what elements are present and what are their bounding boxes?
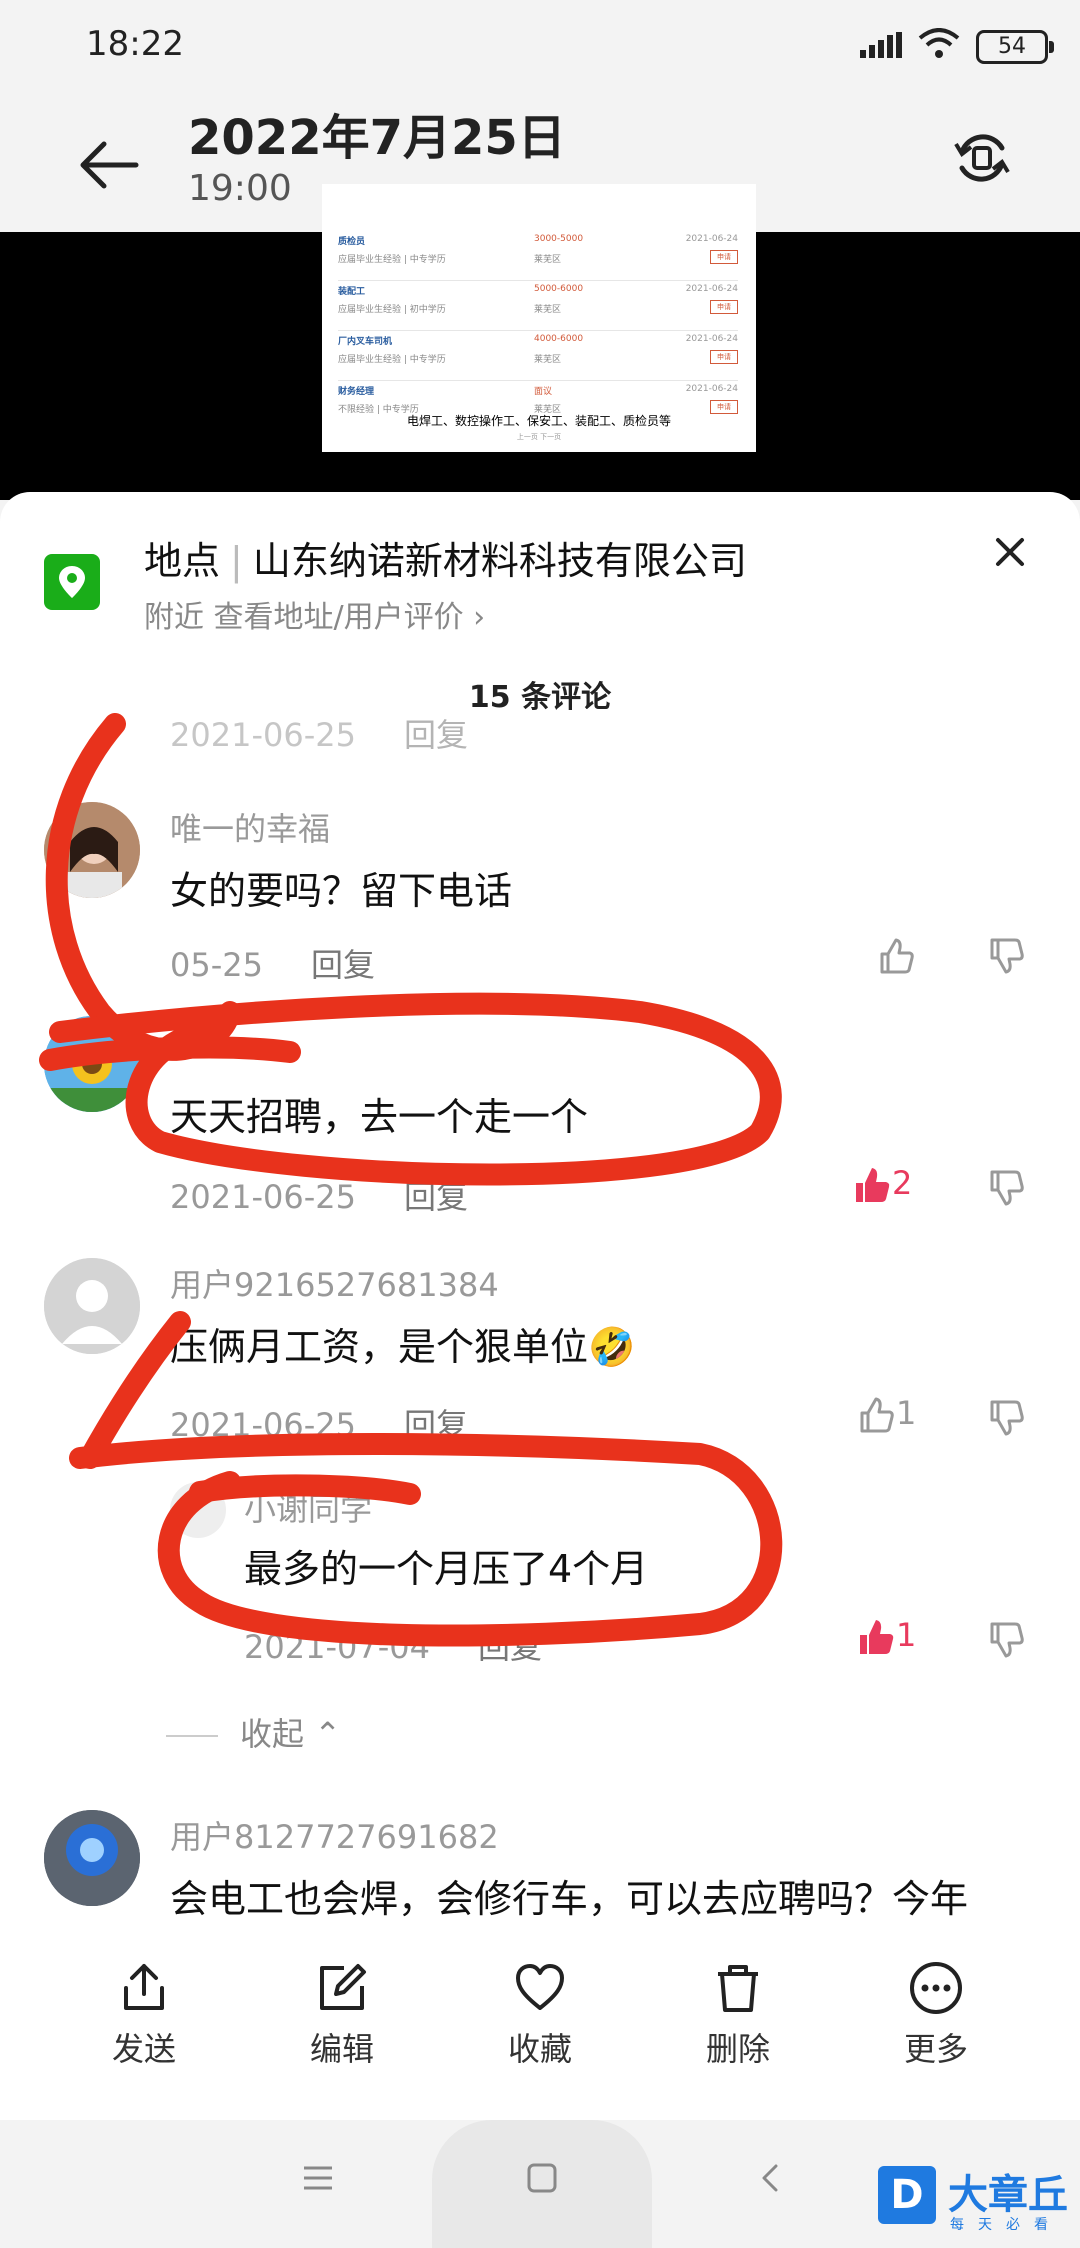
watermark-badge: D <box>878 2166 936 2224</box>
heart-icon <box>516 1964 564 2010</box>
job-pay: 3000-5000 <box>534 234 584 244</box>
job-date: 2021-06-24 <box>685 234 738 244</box>
more-button[interactable]: 更多 <box>866 1960 1006 2070</box>
job-date: 2021-06-24 <box>685 334 738 344</box>
job-sub: 应届毕业生经验 | 初中学历 <box>338 305 446 315</box>
video-caption: 电焊工、数控操作工、保安工、装配工、质检员等 <box>406 414 671 428</box>
job-title: 财务经理 <box>338 387 375 397</box>
page-title: 2022年7月25日 <box>188 110 566 166</box>
more-label: 更多 <box>903 2030 968 2068</box>
job-title: 装配工 <box>338 287 366 297</box>
send-button[interactable]: 发送 <box>74 1960 214 2070</box>
battery-icon: 54 <box>976 30 1054 64</box>
more-icon <box>910 1962 962 2014</box>
signal-icon <box>860 32 902 58</box>
rotate-icon[interactable] <box>950 126 1014 190</box>
favorite-button[interactable]: 收藏 <box>470 1960 610 2070</box>
job-sub: 应届毕业生经验 | 中专学历 <box>338 355 446 365</box>
job-row: 厂内叉车司机 应届毕业生经验 | 中专学历 4000-6000 莱芜区 2021… <box>338 330 738 381</box>
page-subtitle: 19:00 <box>188 168 292 209</box>
share-icon <box>124 1964 164 2010</box>
job-apply-button: 申请 <box>710 300 738 314</box>
job-pay: 4000-6000 <box>534 334 584 344</box>
job-apply-button: 申请 <box>710 350 738 364</box>
status-bar: 18:22 54 <box>0 0 1080 90</box>
status-time: 18:22 <box>86 24 184 64</box>
wifi-icon <box>918 28 960 58</box>
job-row: 装配工 应届毕业生经验 | 初中学历 5000-6000 莱芜区 2021-06… <box>338 280 738 331</box>
job-area: 莱芜区 <box>534 255 562 265</box>
job-date: 2021-06-24 <box>685 284 738 294</box>
edit-label: 编辑 <box>309 2030 374 2068</box>
back-arrow-icon[interactable] <box>74 130 144 200</box>
send-label: 发送 <box>111 2030 176 2068</box>
delete-label: 删除 <box>705 2030 770 2068</box>
job-pay: 面议 <box>534 387 553 397</box>
home-icon[interactable] <box>524 2160 560 2196</box>
job-row: 质检员 应届毕业生经验 | 中专学历 3000-5000 莱芜区 2021-06… <box>338 230 738 281</box>
favorite-label: 收藏 <box>507 2030 572 2068</box>
job-sub: 应届毕业生经验 | 中专学历 <box>338 255 446 265</box>
watermark-subtext: 每天必看 <box>950 2217 1062 2233</box>
bottom-toolbar: 发送 编辑 收藏 删除 更多 <box>0 1940 1080 2120</box>
edit-icon <box>320 1964 366 2010</box>
red-scribble-annotation <box>39 713 783 1647</box>
menu-icon[interactable] <box>300 2160 336 2196</box>
trash-icon <box>718 1965 758 2012</box>
video-thumbnail[interactable]: 质检员 应届毕业生经验 | 中专学历 3000-5000 莱芜区 2021-06… <box>322 184 756 452</box>
job-title: 厂内叉车司机 <box>338 337 393 347</box>
delete-button[interactable]: 删除 <box>668 1960 808 2070</box>
job-pay: 5000-6000 <box>534 284 584 294</box>
job-apply-button: 申请 <box>710 250 738 264</box>
job-date: 2021-06-24 <box>685 384 738 394</box>
job-area: 莱芜区 <box>534 355 562 365</box>
job-title: 质检员 <box>338 237 366 247</box>
job-area: 莱芜区 <box>534 305 562 315</box>
watermark-text: 大章丘 <box>948 2172 1068 2218</box>
comment-sheet: 地点 | 山东纳诺新材料科技有限公司 附近 查看地址/用户评价 › 15 条评论 2… <box>0 492 1080 2120</box>
thumbnail-pager: 上一页 下一页 <box>516 433 562 441</box>
edit-button[interactable]: 编辑 <box>272 1960 412 2070</box>
back-icon[interactable] <box>752 2160 788 2196</box>
